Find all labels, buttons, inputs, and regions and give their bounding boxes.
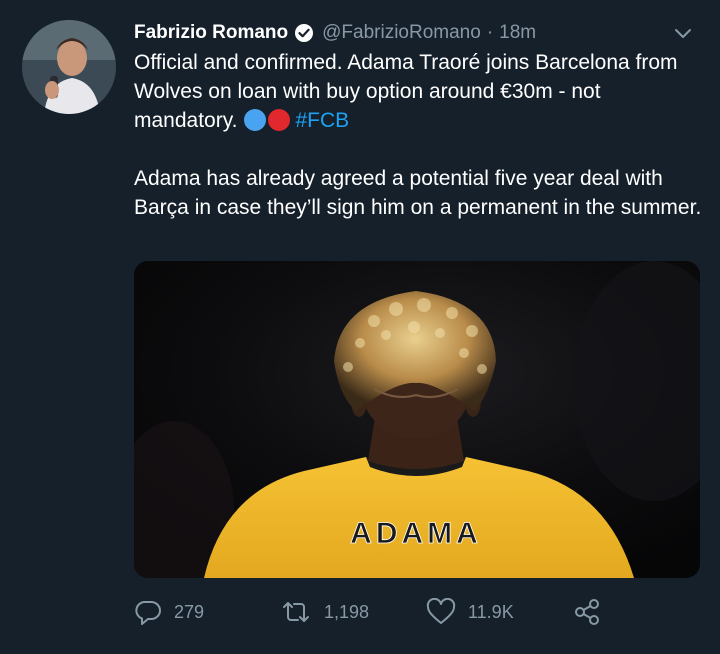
- like-count: 11.9K: [468, 601, 514, 622]
- retweet-icon: [283, 602, 309, 622]
- retweet-count: 1,198: [324, 601, 370, 622]
- reply-count: 279: [174, 601, 205, 622]
- like-button[interactable]: 11.9K: [426, 596, 514, 628]
- player-back-photo: ADAMA: [134, 261, 700, 578]
- tweet-media-image[interactable]: ADAMA: [134, 261, 700, 578]
- separator-dot: ·: [486, 22, 494, 43]
- verified-badge-icon: [294, 23, 314, 43]
- avatar[interactable]: [22, 20, 116, 114]
- tweet-text-part-1: Official and confirmed. Adama Traoré joi…: [134, 51, 678, 132]
- hashtag-link[interactable]: #FCB: [296, 109, 350, 132]
- retweet-button[interactable]: 1,198: [280, 596, 369, 628]
- more-options-chevron-icon[interactable]: [672, 22, 694, 44]
- reply-button[interactable]: 279: [134, 596, 204, 628]
- tweet-actions: 279 1,198 11.9K: [134, 596, 694, 628]
- blue-circle-emoji-icon: [243, 109, 266, 131]
- red-circle-emoji-icon: [267, 109, 290, 131]
- tweet-header: Fabrizio Romano @FabrizioRomano · 18m: [134, 20, 700, 46]
- tweet-text: Official and confirmed. Adama Traoré joi…: [134, 48, 704, 222]
- tweet-timestamp[interactable]: 18m: [499, 22, 536, 44]
- heart-icon: [426, 598, 456, 624]
- share-button[interactable]: [572, 596, 614, 628]
- author-name[interactable]: Fabrizio Romano: [134, 22, 288, 44]
- tweet-paragraph-1: Official and confirmed. Adama Traoré joi…: [134, 48, 704, 135]
- author-handle[interactable]: @FabrizioRomano: [322, 22, 481, 44]
- reply-icon: [135, 600, 161, 625]
- avatar-photo: [22, 20, 116, 114]
- tweet-paragraph-2: Adama has already agreed a potential fiv…: [134, 167, 702, 219]
- jersey-name-text: ADAMA: [350, 517, 482, 550]
- share-icon: [575, 599, 599, 625]
